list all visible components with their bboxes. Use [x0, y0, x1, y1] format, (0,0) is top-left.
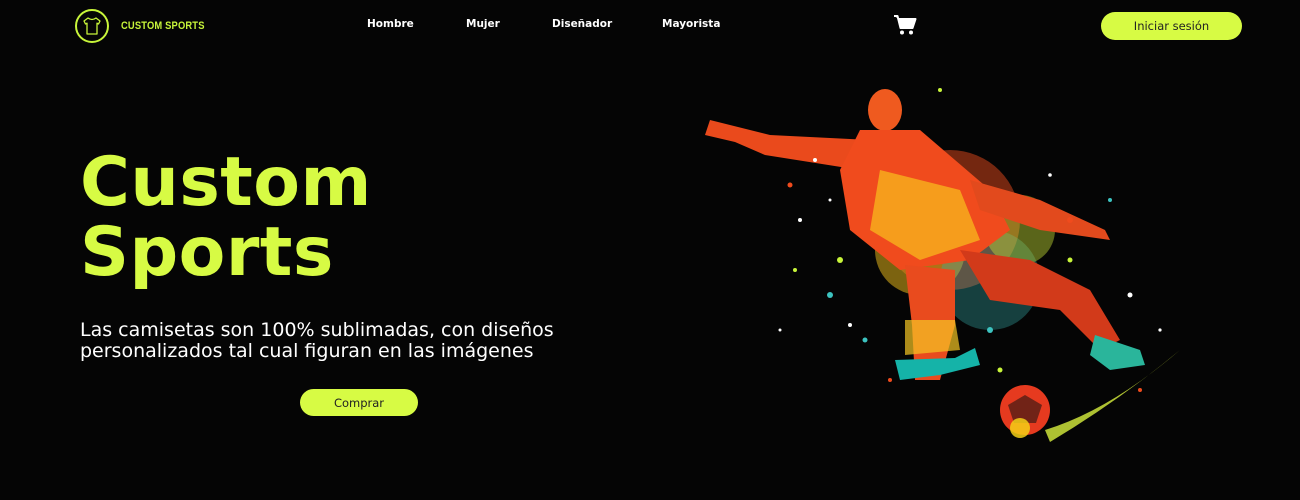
hero-title: Custom Sports — [80, 148, 372, 288]
hero-subtitle-line-1: Las camisetas son 100% sublimadas, con d… — [80, 319, 554, 341]
hero-title-line-2: Sports — [80, 213, 334, 292]
nav-link-mujer[interactable]: Mujer — [466, 18, 500, 30]
soccer-player-illustration — [690, 80, 1210, 480]
hero-subtitle-line-2: personalizados tal cual figuran en las i… — [80, 340, 534, 362]
tshirt-logo-icon — [75, 9, 109, 43]
nav-link-hombre[interactable]: Hombre — [367, 18, 414, 30]
nav-link-disenador[interactable]: Diseñador — [552, 18, 612, 30]
buy-button[interactable]: Comprar — [300, 389, 418, 416]
navbar: CUSTOM SPORTS Hombre Mujer Diseñador May… — [0, 0, 1300, 52]
nav-link-mayorista[interactable]: Mayorista — [662, 18, 720, 30]
hero-title-line-1: Custom — [80, 143, 372, 222]
login-button[interactable]: Iniciar sesión — [1101, 12, 1242, 40]
brand-logo[interactable]: CUSTOM SPORTS — [75, 9, 219, 43]
shopping-cart-icon[interactable] — [893, 14, 917, 36]
brand-name: CUSTOM SPORTS — [121, 20, 205, 32]
hero-subtitle: Las camisetas son 100% sublimadas, con d… — [80, 320, 640, 362]
